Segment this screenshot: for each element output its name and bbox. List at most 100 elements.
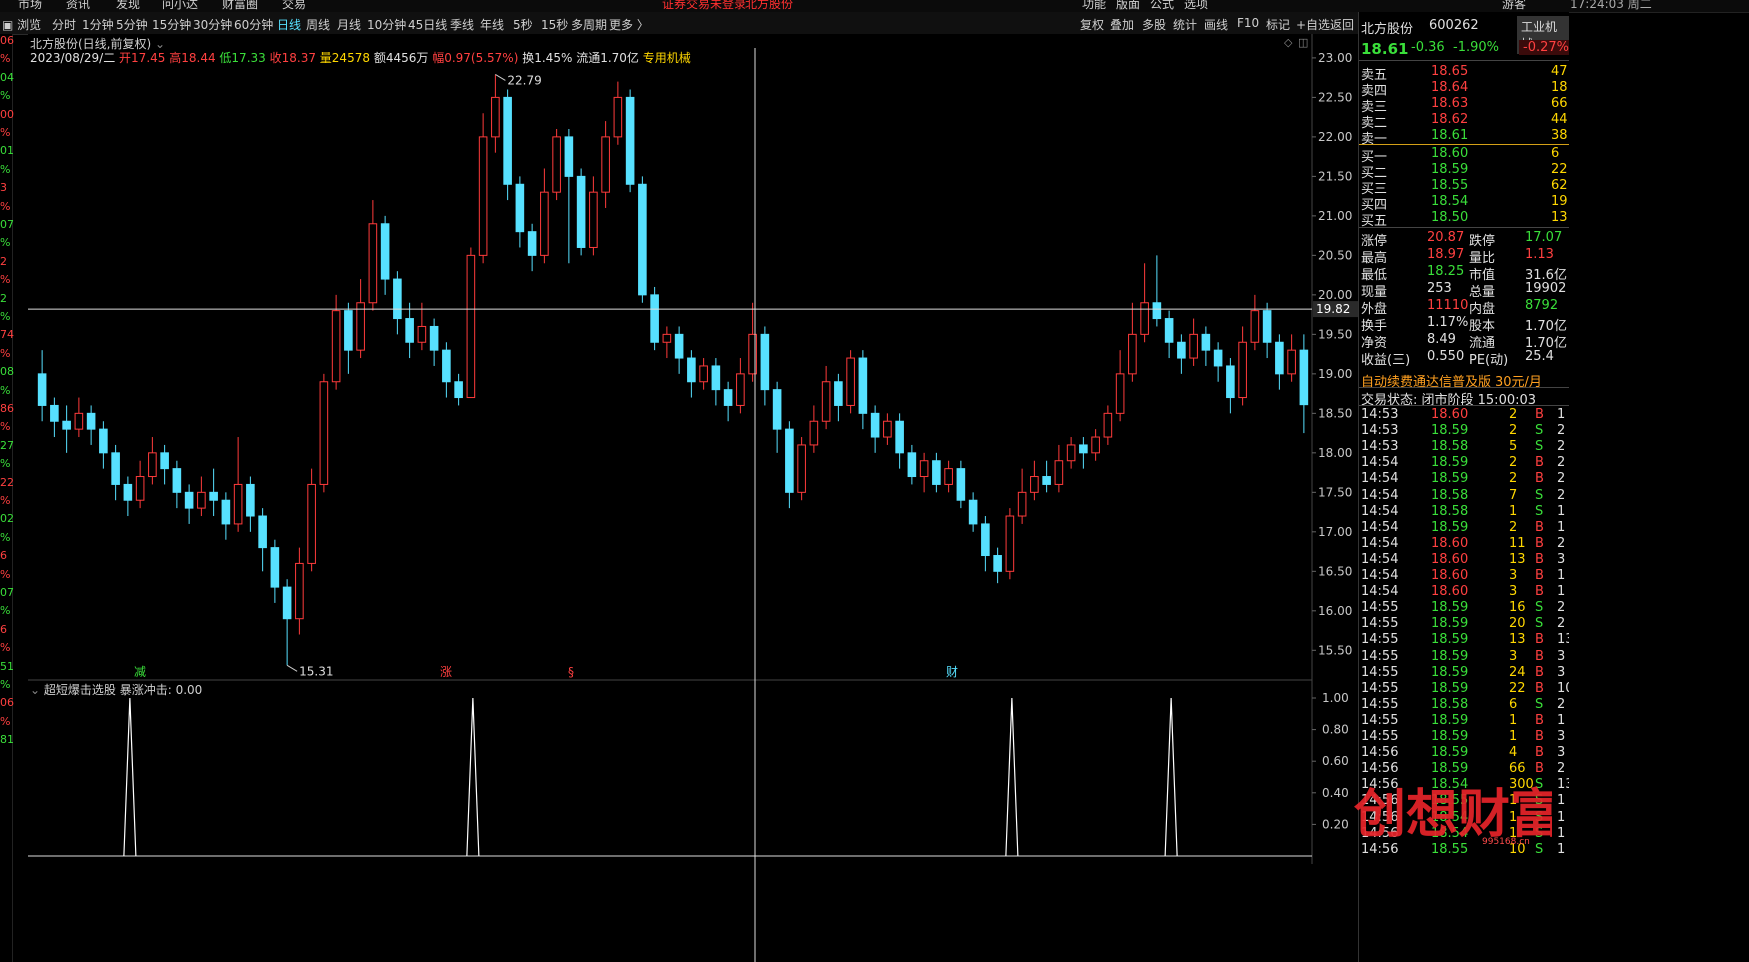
period-tab-15[interactable]: 多周期 [571, 16, 607, 33]
candle-body[interactable] [197, 491, 206, 509]
bid-price[interactable]: 18.50 [1431, 210, 1468, 225]
signal-marker[interactable]: 涨 [440, 664, 452, 679]
period-tab-7[interactable]: 周线 [306, 16, 330, 33]
bid-price[interactable]: 18.60 [1431, 146, 1468, 161]
candle-body[interactable] [417, 325, 427, 343]
candle-body[interactable] [37, 373, 47, 406]
candle-body[interactable] [1115, 373, 1125, 414]
candle-body[interactable] [1079, 444, 1088, 454]
candle-body[interactable] [148, 452, 157, 478]
candle-body[interactable] [858, 357, 868, 414]
candle-body[interactable] [258, 515, 267, 549]
candle-body[interactable] [1201, 333, 1211, 351]
candle-body[interactable] [785, 428, 794, 493]
candle-body[interactable] [625, 96, 635, 185]
candle-body[interactable] [956, 468, 966, 501]
ask-price[interactable]: 18.61 [1431, 128, 1468, 143]
candle-body[interactable] [736, 373, 745, 406]
candle-body[interactable] [809, 420, 819, 446]
candle-body[interactable] [246, 483, 255, 517]
menu-discover[interactable]: 发现 [116, 0, 140, 12]
candle-body[interactable] [1054, 460, 1064, 485]
candle-body[interactable] [907, 452, 917, 478]
candle-body[interactable] [1226, 365, 1235, 399]
candle-body[interactable] [932, 460, 941, 485]
chart-window-icon[interactable]: ◫ [1298, 36, 1308, 49]
chart-tool-4[interactable]: 画线 [1204, 16, 1228, 33]
candle-body[interactable] [870, 412, 880, 438]
period-tab-16[interactable]: 更多 〉 [609, 16, 649, 33]
candle-body[interactable] [1250, 310, 1260, 343]
candle-body[interactable] [1017, 491, 1027, 517]
candle-body[interactable] [1164, 318, 1174, 343]
candle-body[interactable] [356, 302, 365, 351]
chart-tool-3[interactable]: 统计 [1173, 16, 1197, 33]
candle-body[interactable] [466, 254, 476, 399]
candle-body[interactable] [123, 483, 133, 501]
period-tab-13[interactable]: 5秒 [513, 16, 533, 33]
candle-body[interactable] [184, 491, 194, 509]
period-tab-1[interactable]: 1分钟 [82, 16, 114, 33]
candle-body[interactable] [74, 412, 84, 430]
candle-body[interactable] [1299, 349, 1309, 406]
candle-body[interactable] [86, 412, 96, 430]
period-tab-5[interactable]: 60分钟 [234, 16, 273, 33]
indicator-name[interactable]: 超短爆击选股 [44, 683, 116, 697]
candle-body[interactable] [834, 381, 843, 406]
menu-market[interactable]: 市场 [18, 0, 42, 12]
candle-body[interactable] [160, 452, 169, 470]
menu-wealth[interactable]: 财富圈 [222, 0, 258, 12]
candle-body[interactable] [772, 389, 782, 430]
chart-tool-8[interactable]: 返回 [1330, 16, 1354, 33]
period-tab-14[interactable]: 15秒 [541, 16, 568, 33]
candle-body[interactable] [295, 562, 304, 620]
candle-body[interactable] [454, 381, 463, 399]
candle-body[interactable] [674, 333, 684, 359]
candle-body[interactable] [1005, 515, 1015, 572]
ask-price[interactable]: 18.64 [1431, 80, 1468, 95]
chart-tool-7[interactable]: +自选 [1296, 16, 1330, 33]
candle-body[interactable] [282, 586, 292, 620]
menu-ask[interactable]: 问小达 [162, 0, 198, 12]
candle-body[interactable] [1030, 476, 1039, 493]
candle-body[interactable] [638, 183, 647, 296]
candle-body[interactable] [503, 96, 512, 185]
signal-marker[interactable]: 减 [134, 665, 146, 679]
candle-body[interactable] [711, 365, 721, 391]
browse-button[interactable]: ▣ 浏览 [2, 16, 41, 33]
bid-price[interactable]: 18.59 [1431, 162, 1468, 177]
candle-body[interactable] [699, 365, 708, 383]
menu-function[interactable]: 功能 [1082, 0, 1106, 12]
candle-body[interactable] [540, 191, 549, 256]
ask-price[interactable]: 18.63 [1431, 96, 1468, 111]
user-label[interactable]: 游客 [1502, 0, 1526, 12]
candle-body[interactable] [919, 460, 929, 478]
chart-tool-1[interactable]: 叠加 [1110, 16, 1134, 33]
indicator-collapse-icon[interactable]: ⌄ [30, 683, 40, 697]
candle-body[interactable] [368, 223, 378, 304]
period-tab-8[interactable]: 月线 [337, 16, 361, 33]
candle-body[interactable] [650, 294, 659, 343]
bid-price[interactable]: 18.54 [1431, 194, 1468, 209]
candle-body[interactable] [687, 357, 696, 383]
candle-body[interactable] [613, 96, 623, 138]
signal-marker[interactable]: § [568, 665, 574, 679]
period-tab-0[interactable]: 分时 [52, 16, 76, 33]
candle-body[interactable] [601, 136, 610, 193]
menu-formula[interactable]: 公式 [1150, 0, 1174, 12]
candle-body[interactable] [1177, 341, 1186, 359]
candle-body[interactable] [846, 357, 855, 406]
candle-body[interactable] [478, 136, 488, 256]
candle-body[interactable] [1275, 341, 1284, 375]
period-tab-11[interactable]: 季线 [450, 16, 474, 33]
candle-body[interactable] [405, 318, 414, 343]
candle-body[interactable] [1103, 412, 1113, 438]
signal-marker[interactable]: 财 [946, 665, 958, 679]
candle-body[interactable] [968, 499, 978, 525]
candle-body[interactable] [576, 175, 586, 248]
candle-body[interactable] [1238, 341, 1247, 399]
candle-body[interactable] [233, 483, 243, 525]
candle-body[interactable] [429, 325, 439, 351]
candle-body[interactable] [1091, 436, 1100, 454]
candle-body[interactable] [821, 381, 831, 422]
